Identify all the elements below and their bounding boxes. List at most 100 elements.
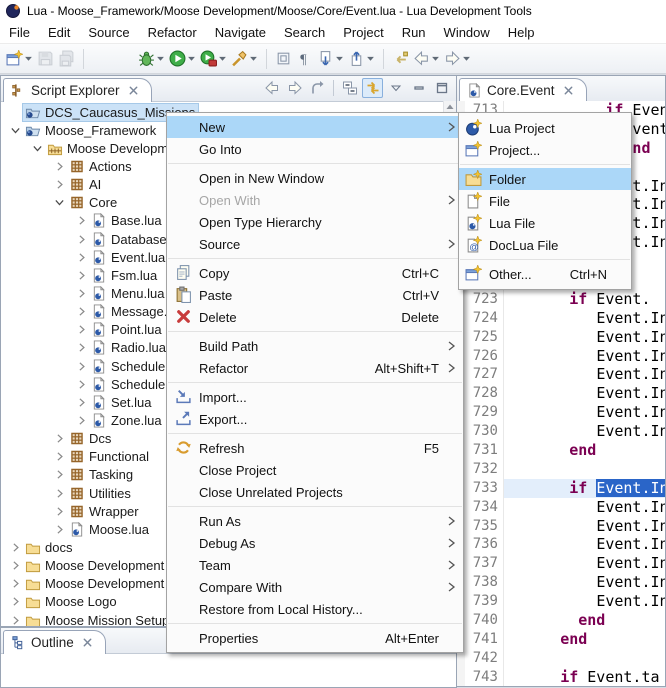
menubar-window[interactable]: Window [435, 23, 499, 42]
context-menu-item-properties[interactable]: PropertiesAlt+Enter [167, 627, 463, 649]
line-number[interactable]: 730 [465, 422, 504, 441]
dropdown-caret-icon[interactable] [187, 51, 196, 67]
dropdown-caret-icon[interactable] [156, 51, 165, 67]
chevron-right-icon[interactable] [73, 322, 89, 338]
line-number[interactable]: 733 [465, 479, 504, 498]
line-number[interactable]: 734 [465, 498, 504, 517]
chevron-right-icon[interactable] [73, 249, 89, 265]
tab-core-event[interactable]: Core.Event [459, 78, 587, 102]
tab-outline[interactable]: Outline [3, 630, 106, 654]
dropdown-caret-icon[interactable] [366, 51, 375, 67]
context-menu-item-open-in-new-window[interactable]: Open in New Window [167, 167, 463, 189]
up-button[interactable] [307, 78, 328, 98]
context-menu-item-new[interactable]: New [167, 116, 463, 138]
collapse-all-button[interactable] [339, 78, 360, 98]
menubar-search[interactable]: Search [275, 23, 334, 42]
dropdown-caret-icon[interactable] [24, 51, 33, 67]
chevron-right-icon[interactable] [73, 376, 89, 392]
context-menu-item-close-project[interactable]: Close Project [167, 459, 463, 481]
next-annotation-button[interactable] [315, 47, 346, 71]
context-menu-item-restore-from-local-history[interactable]: Restore from Local History... [167, 598, 463, 620]
line-number[interactable]: 728 [465, 384, 504, 403]
chevron-right-icon[interactable] [51, 449, 67, 465]
chevron-right-icon[interactable] [73, 358, 89, 374]
line-number[interactable]: 737 [465, 554, 504, 573]
last-edit-location-button[interactable] [390, 47, 411, 71]
chevron-down-icon[interactable] [7, 122, 23, 138]
chevron-right-icon[interactable] [73, 231, 89, 247]
run-button[interactable] [167, 47, 198, 71]
new-submenu-item-project[interactable]: Project... [459, 139, 631, 161]
line-number[interactable]: 735 [465, 517, 504, 536]
new-submenu-item-lua-project[interactable]: Lua Project [459, 117, 631, 139]
line-number[interactable]: 732 [465, 460, 504, 479]
back-button[interactable] [261, 78, 282, 98]
forward-button[interactable] [284, 78, 305, 98]
line-number[interactable]: 740 [465, 611, 504, 630]
new-submenu-item-doclua-file[interactable]: @DocLua File [459, 234, 631, 256]
menubar-navigate[interactable]: Navigate [206, 23, 275, 42]
close-icon[interactable] [82, 637, 93, 648]
menubar-help[interactable]: Help [499, 23, 544, 42]
chevron-right-icon[interactable] [7, 612, 23, 626]
view-menu-button[interactable] [385, 78, 406, 98]
menubar-source[interactable]: Source [79, 23, 138, 42]
chevron-right-icon[interactable] [7, 576, 23, 592]
context-menu-item-go-into[interactable]: Go Into [167, 138, 463, 160]
line-number[interactable]: 736 [465, 535, 504, 554]
context-menu-item-copy[interactable]: CopyCtrl+C [167, 262, 463, 284]
context-menu-item-team[interactable]: Team [167, 554, 463, 576]
new-submenu-item-file[interactable]: File [459, 190, 631, 212]
profile-button[interactable] [198, 47, 229, 71]
chevron-right-icon[interactable] [73, 213, 89, 229]
context-menu-item-close-unrelated-projects[interactable]: Close Unrelated Projects [167, 481, 463, 503]
menubar-edit[interactable]: Edit [39, 23, 79, 42]
context-menu-item-compare-with[interactable]: Compare With [167, 576, 463, 598]
prev-annotation-button[interactable] [346, 47, 377, 71]
new-submenu-item-folder[interactable]: Folder [459, 168, 631, 190]
close-icon[interactable] [563, 85, 574, 96]
dropdown-caret-icon[interactable] [249, 51, 258, 67]
context-menu-item-delete[interactable]: DeleteDelete [167, 306, 463, 328]
debug-button[interactable] [136, 47, 167, 71]
format-brush-button[interactable] [229, 47, 260, 71]
context-menu-item-debug-as[interactable]: Debug As [167, 532, 463, 554]
chevron-down-icon[interactable] [51, 195, 67, 211]
new-submenu-item-lua-file[interactable]: Lua File [459, 212, 631, 234]
dropdown-caret-icon[interactable] [462, 51, 471, 67]
forward-button[interactable] [442, 47, 473, 71]
chevron-right-icon[interactable] [73, 340, 89, 356]
line-number[interactable]: 724 [465, 309, 504, 328]
context-menu-item-paste[interactable]: PasteCtrl+V [167, 284, 463, 306]
line-number[interactable]: 743 [465, 668, 504, 686]
chevron-right-icon[interactable] [7, 594, 23, 610]
chevron-right-icon[interactable] [51, 503, 67, 519]
context-menu-item-refactor[interactable]: RefactorAlt+Shift+T [167, 357, 463, 379]
show-whitespace-button[interactable]: ¶ [294, 47, 315, 71]
link-editor-button[interactable] [362, 78, 383, 98]
mark-occurrences-button[interactable] [273, 47, 294, 71]
chevron-down-icon[interactable] [29, 140, 45, 156]
context-menu-item-refresh[interactable]: RefreshF5 [167, 437, 463, 459]
context-menu-item-build-path[interactable]: Build Path [167, 335, 463, 357]
line-number[interactable]: 725 [465, 328, 504, 347]
minimize-button[interactable] [408, 78, 429, 98]
line-number[interactable]: 742 [465, 649, 504, 668]
chevron-right-icon[interactable] [7, 558, 23, 574]
menubar-run[interactable]: Run [393, 23, 435, 42]
line-number[interactable]: 739 [465, 592, 504, 611]
new-submenu-item-other[interactable]: Other...Ctrl+N [459, 263, 631, 285]
context-menu-item-run-as[interactable]: Run As [167, 510, 463, 532]
back-button[interactable] [411, 47, 442, 71]
close-icon[interactable] [128, 85, 139, 96]
dropdown-caret-icon[interactable] [431, 51, 440, 67]
dropdown-caret-icon[interactable] [335, 51, 344, 67]
tab-script-explorer[interactable]: Script Explorer [3, 78, 152, 102]
chevron-right-icon[interactable] [51, 467, 67, 483]
line-number[interactable]: 741 [465, 630, 504, 649]
chevron-right-icon[interactable] [73, 304, 89, 320]
menubar-refactor[interactable]: Refactor [139, 23, 206, 42]
chevron-right-icon[interactable] [7, 539, 23, 555]
context-menu-item-source[interactable]: Source [167, 233, 463, 255]
line-number[interactable]: 738 [465, 573, 504, 592]
